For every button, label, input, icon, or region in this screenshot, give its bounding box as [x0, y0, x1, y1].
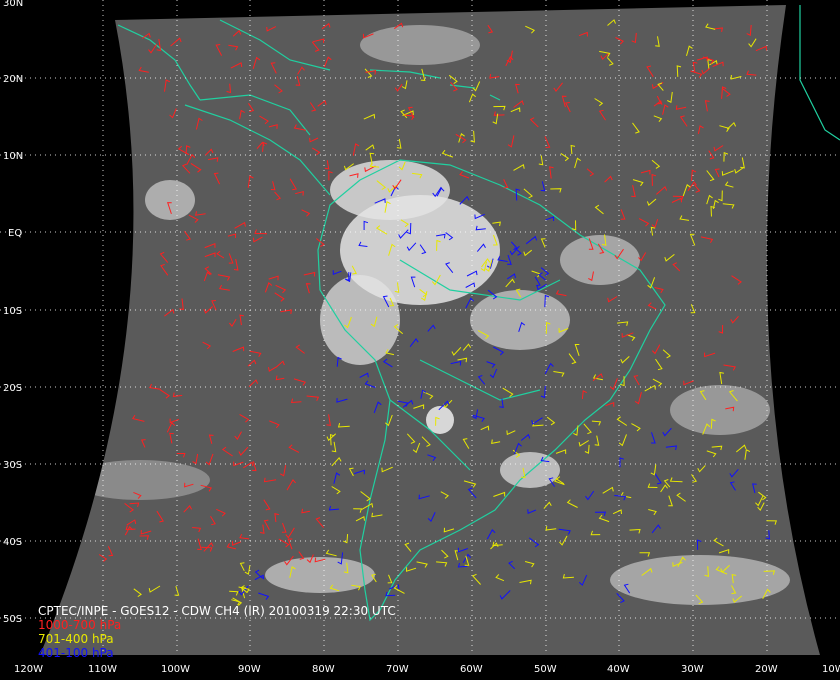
map-canvas: 30N 20N 10N EQ 10S 20S 30S 40S 50S 120W … — [0, 0, 840, 675]
lon-label: 90W — [238, 664, 261, 675]
lon-label: 70W — [386, 664, 409, 675]
lat-label: 10N — [3, 151, 23, 162]
lon-label: 80W — [312, 664, 335, 675]
lon-label: 30W — [681, 664, 704, 675]
lat-label: 30S — [3, 460, 22, 471]
lon-label: 110W — [88, 664, 117, 675]
lon-label: 100W — [161, 664, 190, 675]
lat-label: 40S — [3, 537, 22, 548]
legend-mid-level: 701-400 hPa — [38, 632, 114, 646]
lat-label: 30N — [3, 0, 23, 9]
lon-label: 60W — [460, 664, 483, 675]
lat-label: 50S — [3, 614, 22, 625]
lat-label: EQ — [8, 228, 22, 239]
image-caption: CPTEC/INPE - GOES12 - CDW CH4 (IR) 20100… — [38, 604, 396, 618]
lat-label: 20N — [3, 74, 23, 85]
lon-label: 40W — [607, 664, 630, 675]
lon-label: 50W — [534, 664, 557, 675]
satellite-map: 30N 20N 10N EQ 10S 20S 30S 40S 50S 120W … — [0, 0, 840, 680]
lon-label: 10W — [822, 664, 840, 675]
lon-labels: 120W 110W 100W 90W 80W 70W 60W 50W 40W 3… — [14, 664, 840, 675]
lon-label: 120W — [14, 664, 43, 675]
lon-label: 20W — [755, 664, 778, 675]
legend-high-level: 401-100 hPa — [38, 646, 114, 660]
legend-low-level: 1000-700 hPa — [38, 618, 122, 632]
lat-labels: 30N 20N 10N EQ 10S 20S 30S 40S 50S — [3, 0, 23, 625]
lat-label: 10S — [3, 306, 22, 317]
lat-label: 20S — [3, 383, 22, 394]
